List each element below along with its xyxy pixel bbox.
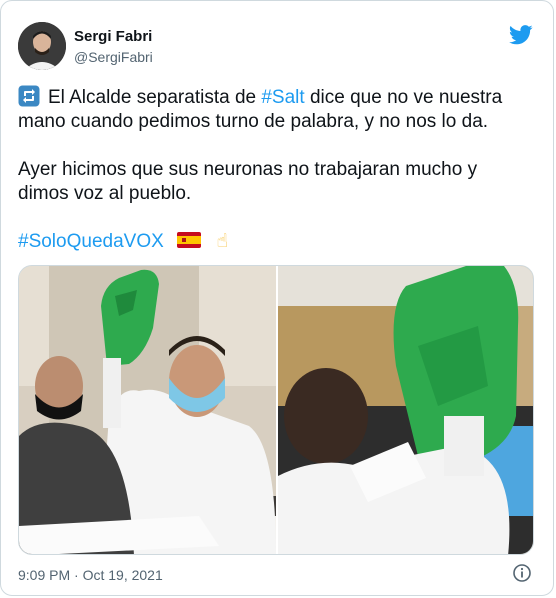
info-icon[interactable] <box>513 564 531 582</box>
media-grid[interactable] <box>18 265 534 555</box>
photo-left[interactable] <box>19 266 276 554</box>
author-handle[interactable]: @SergiFabri <box>74 49 153 65</box>
photo-right[interactable] <box>278 266 533 554</box>
avatar[interactable] <box>18 22 66 70</box>
tweet-text: El Alcalde separatista de <box>48 87 262 108</box>
tweet-text-line-2: mano cuando pedimos turno de palabra, y … <box>18 111 489 132</box>
hashtag-soloquedavox-link[interactable]: #SoloQuedaVOX <box>18 231 164 252</box>
tweet-text-line-3: Ayer hicimos que sus neuronas no trabaja… <box>18 159 478 180</box>
tweet-text-line-1: El Alcalde separatista de #Salt dice que… <box>18 85 502 110</box>
tweet-text: dice que no ve nuestra <box>304 87 503 108</box>
author-name[interactable]: Sergi Fabri <box>74 28 152 45</box>
tweet-timestamp[interactable]: 9:09 PM · Oct 19, 2021 <box>18 567 163 583</box>
tweet-text-line-4: dimos voz al pueblo. <box>18 183 192 204</box>
twitter-bird-icon[interactable] <box>509 25 533 45</box>
retweet-icon <box>18 85 40 107</box>
pointing-up-emoji: ☝ <box>216 231 228 252</box>
tweet-text-line-5: #SoloQuedaVOX ☝ <box>18 230 228 254</box>
spain-flag-icon <box>177 232 202 248</box>
hashtag-salt-link[interactable]: #Salt <box>261 87 304 108</box>
tweet-card: Sergi Fabri @SergiFabri El Alcalde separ… <box>0 0 554 596</box>
